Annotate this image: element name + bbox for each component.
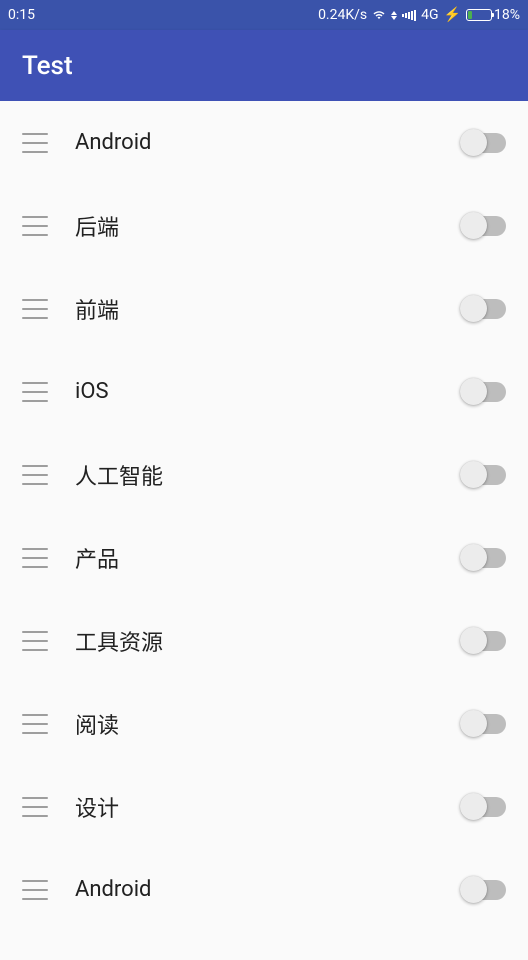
network-type: 4G bbox=[421, 7, 438, 23]
toggle-switch[interactable] bbox=[462, 465, 506, 485]
list-item[interactable]: 工具资源 bbox=[0, 599, 528, 682]
list-item-label: iOS bbox=[75, 379, 462, 404]
drag-handle-icon[interactable] bbox=[22, 631, 48, 651]
list-item[interactable]: 阅读 bbox=[0, 682, 528, 765]
list-item-label: 人工智能 bbox=[75, 459, 462, 491]
list-item[interactable]: Android bbox=[0, 101, 528, 184]
drag-handle-icon[interactable] bbox=[22, 714, 48, 734]
toggle-switch[interactable] bbox=[462, 299, 506, 319]
list-item[interactable]: 产品 bbox=[0, 516, 528, 599]
toggle-switch[interactable] bbox=[462, 880, 506, 900]
status-time-area: 0:15 bbox=[8, 7, 35, 23]
net-speed: 0.24K/s bbox=[318, 7, 367, 23]
toggle-switch[interactable] bbox=[462, 216, 506, 236]
drag-handle-icon[interactable] bbox=[22, 133, 48, 153]
wifi-icon bbox=[372, 9, 386, 21]
toggle-switch[interactable] bbox=[462, 714, 506, 734]
list-item-label: 工具资源 bbox=[75, 625, 462, 657]
drag-handle-icon[interactable] bbox=[22, 382, 48, 402]
list-item-label: Android bbox=[75, 130, 462, 155]
list-item-label: Android bbox=[75, 877, 462, 902]
app-bar: Test bbox=[0, 30, 528, 101]
list-item[interactable]: iOS bbox=[0, 350, 528, 433]
list-item[interactable]: 人工智能 bbox=[0, 433, 528, 516]
list-item-label: 产品 bbox=[75, 542, 462, 574]
drag-handle-icon[interactable] bbox=[22, 880, 48, 900]
list-item-label: 前端 bbox=[75, 293, 462, 325]
list-item-label: 设计 bbox=[75, 791, 462, 823]
battery-percent: 18% bbox=[494, 7, 520, 23]
status-time: 0:15 bbox=[8, 7, 35, 23]
battery-icon bbox=[466, 9, 492, 21]
signal-icon bbox=[402, 9, 416, 21]
toggle-switch[interactable] bbox=[462, 133, 506, 153]
data-updown-icon bbox=[391, 11, 397, 20]
list-item-label: 阅读 bbox=[75, 708, 462, 740]
battery-indicator: 18% bbox=[466, 7, 520, 23]
toggle-switch[interactable] bbox=[462, 797, 506, 817]
list-item-label: 后端 bbox=[75, 210, 462, 242]
drag-handle-icon[interactable] bbox=[22, 797, 48, 817]
drag-handle-icon[interactable] bbox=[22, 299, 48, 319]
category-list[interactable]: Android 后端 前端 iOS 人工智能 产品 工具资源 阅读 设计 bbox=[0, 101, 528, 931]
list-item[interactable]: 前端 bbox=[0, 267, 528, 350]
drag-handle-icon[interactable] bbox=[22, 465, 48, 485]
drag-handle-icon[interactable] bbox=[22, 216, 48, 236]
toggle-switch[interactable] bbox=[462, 548, 506, 568]
app-bar-title: Test bbox=[22, 51, 73, 81]
toggle-switch[interactable] bbox=[462, 382, 506, 402]
charging-icon: ⚡ bbox=[444, 7, 461, 23]
drag-handle-icon[interactable] bbox=[22, 548, 48, 568]
toggle-switch[interactable] bbox=[462, 631, 506, 651]
list-item[interactable]: Android bbox=[0, 848, 528, 931]
status-bar: 0:15 0.24K/s 4G ⚡ 18% bbox=[0, 0, 528, 30]
status-icons-area: 0.24K/s 4G ⚡ 18% bbox=[318, 7, 520, 23]
list-item[interactable]: 后端 bbox=[0, 184, 528, 267]
list-item[interactable]: 设计 bbox=[0, 765, 528, 848]
